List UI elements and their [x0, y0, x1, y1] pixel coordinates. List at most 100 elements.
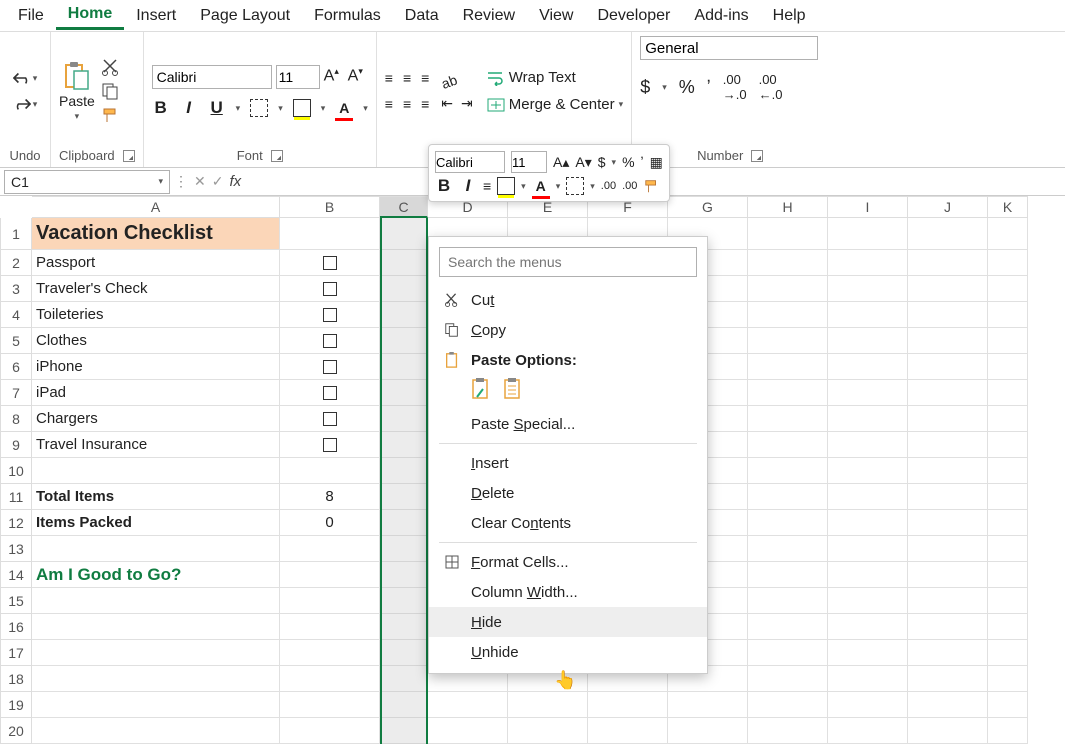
align-bottom[interactable]: ≡: [421, 70, 429, 86]
mini-italic[interactable]: I: [459, 177, 477, 195]
cell-B16[interactable]: [280, 614, 380, 640]
checkbox-B2[interactable]: [323, 256, 337, 270]
menu-view[interactable]: View: [527, 3, 585, 29]
row-header-15[interactable]: 15: [0, 588, 32, 614]
cell-K6[interactable]: [988, 354, 1028, 380]
cell-I1[interactable]: [828, 218, 908, 250]
row-header-16[interactable]: 16: [0, 614, 32, 640]
cell-J13[interactable]: [908, 536, 988, 562]
mini-fill-color[interactable]: [497, 177, 515, 195]
mini-bold[interactable]: B: [435, 177, 453, 195]
italic-button[interactable]: I: [180, 99, 198, 117]
cell-H20[interactable]: [748, 718, 828, 744]
cell-H16[interactable]: [748, 614, 828, 640]
cell-H15[interactable]: [748, 588, 828, 614]
align-left[interactable]: ≡: [385, 96, 393, 112]
cell-J1[interactable]: [908, 218, 988, 250]
row-header-8[interactable]: 8: [0, 406, 32, 432]
cell-A16[interactable]: [32, 614, 280, 640]
clipboard-dialog-launcher[interactable]: [123, 150, 135, 162]
number-dialog-launcher[interactable]: [751, 150, 763, 162]
menu-page-layout[interactable]: Page Layout: [188, 3, 302, 29]
cell-A6[interactable]: iPhone: [32, 354, 280, 380]
border-button[interactable]: [250, 99, 268, 117]
ctx-format-cells[interactable]: Format Cells...: [429, 547, 707, 577]
undo-dropdown[interactable]: ▾: [33, 73, 38, 84]
cell-A18[interactable]: [32, 666, 280, 692]
cell-K9[interactable]: [988, 432, 1028, 458]
cell-B1[interactable]: [280, 218, 380, 250]
cell-K16[interactable]: [988, 614, 1028, 640]
ctx-delete[interactable]: Delete: [429, 478, 707, 508]
cell-B5[interactable]: [280, 328, 380, 354]
checkbox-B4[interactable]: [323, 308, 337, 322]
cell-J6[interactable]: [908, 354, 988, 380]
name-box-dropdown[interactable]: ▾: [158, 176, 163, 187]
cell-J17[interactable]: [908, 640, 988, 666]
menu-add-ins[interactable]: Add-ins: [682, 3, 760, 29]
cell-J9[interactable]: [908, 432, 988, 458]
bold-button[interactable]: B: [152, 99, 170, 117]
cell-A14[interactable]: Am I Good to Go?: [32, 562, 280, 588]
cell-E19[interactable]: [508, 692, 588, 718]
cell-I8[interactable]: [828, 406, 908, 432]
cell-H10[interactable]: [748, 458, 828, 484]
cell-A3[interactable]: Traveler's Check: [32, 276, 280, 302]
cell-H7[interactable]: [748, 380, 828, 406]
font-dialog-launcher[interactable]: [271, 150, 283, 162]
cell-J7[interactable]: [908, 380, 988, 406]
cell-H2[interactable]: [748, 250, 828, 276]
percent-format[interactable]: %: [679, 77, 695, 98]
column-header-C[interactable]: C: [380, 196, 428, 218]
cell-B7[interactable]: [280, 380, 380, 406]
menu-insert[interactable]: Insert: [124, 3, 188, 29]
cut-icon[interactable]: [101, 58, 121, 76]
cell-K18[interactable]: [988, 666, 1028, 692]
underline-button[interactable]: U: [208, 99, 226, 117]
cell-B18[interactable]: [280, 666, 380, 692]
cell-I17[interactable]: [828, 640, 908, 666]
context-search-input[interactable]: [439, 247, 697, 277]
cell-I10[interactable]: [828, 458, 908, 484]
cell-H17[interactable]: [748, 640, 828, 666]
checkbox-B6[interactable]: [323, 360, 337, 374]
cell-J5[interactable]: [908, 328, 988, 354]
font-color-button[interactable]: A: [335, 99, 353, 117]
cell-K13[interactable]: [988, 536, 1028, 562]
cell-G19[interactable]: [668, 692, 748, 718]
menu-help[interactable]: Help: [761, 3, 818, 29]
orientation-button[interactable]: ab: [440, 66, 475, 92]
row-header-17[interactable]: 17: [0, 640, 32, 666]
cell-A10[interactable]: [32, 458, 280, 484]
ctx-hide[interactable]: Hide: [429, 607, 707, 637]
cell-I18[interactable]: [828, 666, 908, 692]
cell-B6[interactable]: [280, 354, 380, 380]
mini-increase-font[interactable]: A▴: [553, 154, 569, 171]
cell-I12[interactable]: [828, 510, 908, 536]
cell-B19[interactable]: [280, 692, 380, 718]
insert-function-icon[interactable]: fx: [229, 173, 241, 190]
cell-I7[interactable]: [828, 380, 908, 406]
cell-A5[interactable]: Clothes: [32, 328, 280, 354]
copy-icon[interactable]: [101, 82, 121, 100]
row-header-6[interactable]: 6: [0, 354, 32, 380]
cell-H12[interactable]: [748, 510, 828, 536]
cell-I15[interactable]: [828, 588, 908, 614]
row-header-3[interactable]: 3: [0, 276, 32, 302]
decrease-indent[interactable]: ⇤: [441, 95, 453, 112]
cell-H1[interactable]: [748, 218, 828, 250]
menu-file[interactable]: File: [6, 3, 56, 29]
cell-J2[interactable]: [908, 250, 988, 276]
cell-J18[interactable]: [908, 666, 988, 692]
row-header-19[interactable]: 19: [0, 692, 32, 718]
cell-I2[interactable]: [828, 250, 908, 276]
cell-A9[interactable]: Travel Insurance: [32, 432, 280, 458]
checkbox-B8[interactable]: [323, 412, 337, 426]
comma-format[interactable]: ʼ: [707, 77, 711, 98]
cell-D20[interactable]: [428, 718, 508, 744]
cell-K4[interactable]: [988, 302, 1028, 328]
column-header-H[interactable]: H: [748, 196, 828, 218]
cell-I5[interactable]: [828, 328, 908, 354]
cell-B9[interactable]: [280, 432, 380, 458]
cell-K7[interactable]: [988, 380, 1028, 406]
